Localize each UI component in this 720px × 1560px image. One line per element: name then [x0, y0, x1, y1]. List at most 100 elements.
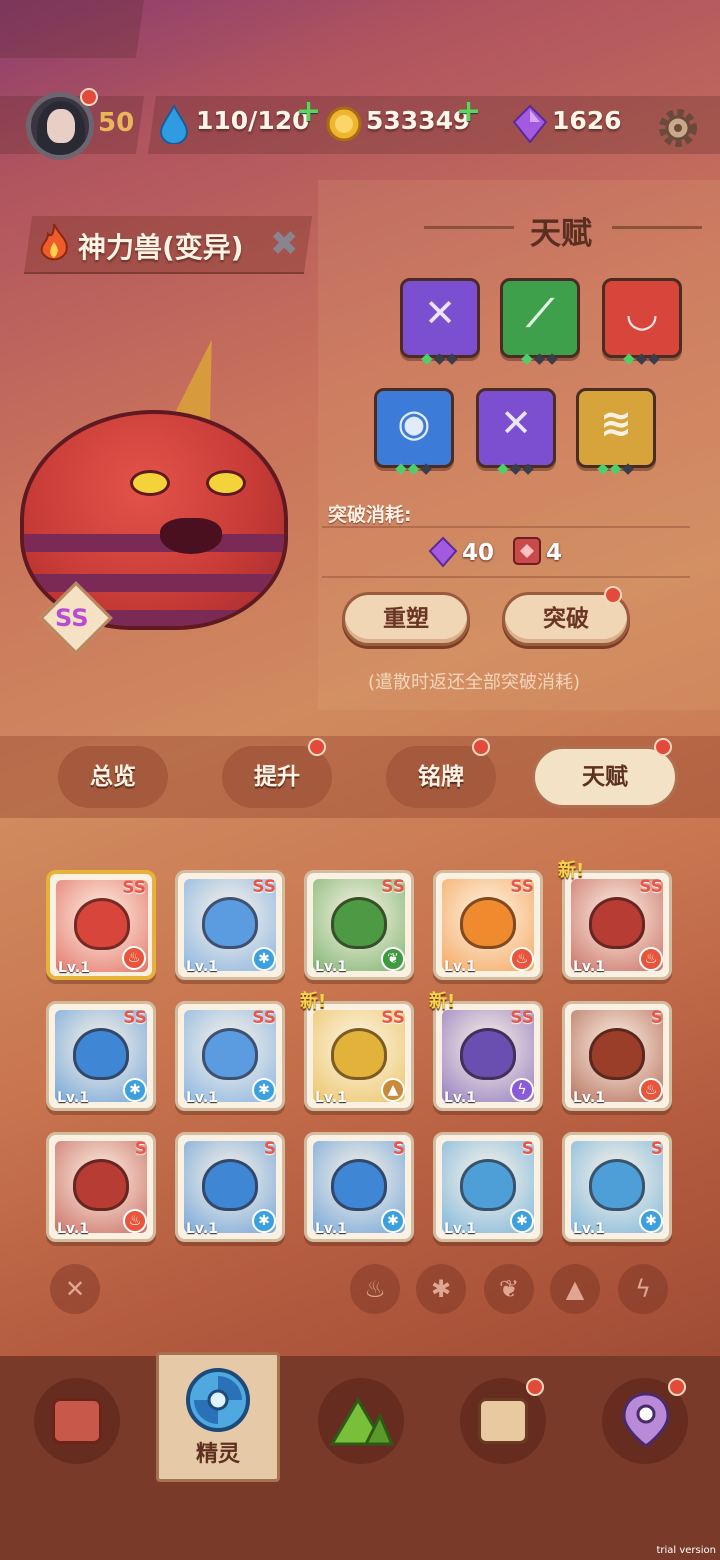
card-orange-fox[interactable]: SS Lv.1 ♨	[433, 870, 543, 980]
chest-notification-dot	[526, 1378, 544, 1396]
avatar-face	[47, 109, 75, 143]
filter-fire-button[interactable]: ♨	[350, 1264, 400, 1314]
nav-spirit-label: 精灵	[195, 1442, 240, 1467]
monster-silhouette	[331, 1159, 387, 1211]
talent-tile[interactable]: ◉ ◆◆◆	[374, 388, 454, 477]
card-rank: SS	[122, 878, 146, 898]
card-red-horn-beast[interactable]: SS Lv.1 ♨	[46, 870, 156, 980]
tab-overview[interactable]: 总览	[58, 746, 168, 808]
card-blue-tiger[interactable]: SS Lv.1 ✱	[175, 870, 285, 980]
monster-silhouette	[73, 1159, 129, 1211]
fire-icon	[40, 223, 68, 261]
watermark: trial version	[656, 1545, 716, 1556]
card-level: Lv.1	[444, 1221, 476, 1237]
title-ornament-right	[612, 226, 702, 229]
card-level: Lv.1	[315, 959, 347, 975]
monster-silhouette	[331, 1028, 387, 1080]
filter-thunder-button[interactable]: ϟ	[618, 1264, 668, 1314]
ice-icon: ✱	[510, 1209, 534, 1233]
divider	[322, 526, 690, 528]
eye-icon: ◉	[397, 401, 431, 445]
card-red-bull-2[interactable]: S Lv.1 ♨	[46, 1132, 156, 1242]
ice-icon: ✱	[252, 1078, 276, 1102]
fire-icon: ♨	[122, 946, 146, 970]
divider	[322, 576, 690, 578]
ice-icon: ✱	[123, 1078, 147, 1102]
card-blue-tiger-2[interactable]: SS Lv.1 ✱	[175, 1001, 285, 1111]
coin-icon	[326, 106, 362, 142]
breakthrough-cost-label: 突破消耗:	[328, 504, 412, 526]
monster-name: 神力兽(变异)	[78, 231, 244, 264]
cost-gems-value: 40	[462, 540, 495, 566]
new-badge: 新!	[429, 991, 456, 1012]
card-rank: S	[392, 1139, 405, 1159]
monster-silhouette	[202, 1159, 258, 1211]
close-icon[interactable]: ✖	[270, 224, 299, 264]
card-level: Lv.1	[57, 1090, 89, 1106]
water-drop-icon	[159, 104, 189, 144]
add-coins-button[interactable]: +	[456, 94, 481, 129]
avatar-notification-dot	[80, 88, 98, 106]
monster-silhouette	[202, 897, 258, 949]
card-rank: S	[650, 1139, 663, 1159]
card-rank: S	[521, 1139, 534, 1159]
claw-icon: ⟋	[526, 291, 554, 335]
chest-icon	[478, 1398, 528, 1444]
rank-badge-text: SS	[55, 604, 89, 632]
card-level: Lv.1	[573, 959, 605, 975]
card-level: Lv.1	[186, 959, 218, 975]
new-badge: 新!	[300, 991, 327, 1012]
card-rank: SS	[123, 1008, 147, 1028]
card-blue-fish-2[interactable]: S Lv.1 ✱	[175, 1132, 285, 1242]
card-rank: SS	[252, 877, 276, 897]
talent-tile[interactable]: ≋ ◆◆◆	[576, 388, 656, 477]
card-level: Lv.1	[573, 1221, 605, 1237]
card-red-bull[interactable]: SS Lv.1 ♨	[562, 870, 672, 980]
gear-icon[interactable]	[656, 106, 700, 150]
scale-icon: ≋	[600, 401, 632, 445]
card-level: Lv.1	[315, 1221, 347, 1237]
mountain-icon	[329, 1397, 394, 1446]
fire-icon: ♨	[510, 947, 534, 971]
card-purple-croc[interactable]: SS Lv.1 ϟ	[433, 1001, 543, 1111]
card-level: Lv.1	[444, 959, 476, 975]
gem-icon	[512, 104, 548, 144]
book-icon	[513, 537, 541, 565]
card-blue-fish[interactable]: SS Lv.1 ✱	[46, 1001, 156, 1111]
ice-icon: ✱	[252, 1209, 276, 1233]
clear-filter-button[interactable]: ✕	[50, 1264, 100, 1314]
filter-leaf-button[interactable]: ❦	[484, 1264, 534, 1314]
tab-talent[interactable]: 天赋	[532, 746, 678, 808]
tab-upgrade-dot	[308, 738, 326, 756]
fire-icon: ♨	[639, 947, 663, 971]
reshape-button[interactable]: 重塑	[342, 592, 470, 646]
talent-tile[interactable]: ✕ ◆◆◆	[476, 388, 556, 477]
card-level: Lv.1	[315, 1090, 347, 1106]
nav-shop-button[interactable]	[34, 1378, 120, 1464]
monster-stripe	[24, 574, 284, 592]
card-furnace-golem[interactable]: S Lv.1 ♨	[562, 1001, 672, 1111]
earth-icon: ▲	[381, 1078, 405, 1102]
monster-silhouette	[202, 1028, 258, 1080]
talent-tile[interactable]: ⟋ ◆◆◆	[500, 278, 580, 367]
filter-ice-button[interactable]: ✱	[416, 1264, 466, 1314]
monster-silhouette	[73, 1028, 129, 1080]
location-icon	[622, 1392, 670, 1448]
card-level: Lv.1	[57, 1221, 89, 1237]
talent-tile[interactable]: ◡ ◆◆◆	[602, 278, 682, 367]
gem-icon	[428, 536, 458, 568]
filter-earth-button[interactable]: ▲	[550, 1264, 600, 1314]
card-sunflower[interactable]: SS Lv.1 ▲	[304, 1001, 414, 1111]
nav-map-button[interactable]	[318, 1378, 404, 1464]
talent-level-gems: ◆◆◆	[497, 459, 535, 477]
card-green-monkey[interactable]: SS Lv.1 ❦	[304, 870, 414, 980]
card-rank: SS	[639, 877, 663, 897]
card-rank: S	[263, 1139, 276, 1159]
talent-level-gems: ◆◆◆	[395, 459, 433, 477]
talent-tile[interactable]: ✕ ◆◆◆	[400, 278, 480, 367]
add-stamina-button[interactable]: +	[296, 94, 321, 129]
monster-mouth	[160, 518, 222, 554]
card-owl-2[interactable]: S Lv.1 ✱	[562, 1132, 672, 1242]
card-owl[interactable]: S Lv.1 ✱	[433, 1132, 543, 1242]
card-blue-fish-3[interactable]: S Lv.1 ✱	[304, 1132, 414, 1242]
